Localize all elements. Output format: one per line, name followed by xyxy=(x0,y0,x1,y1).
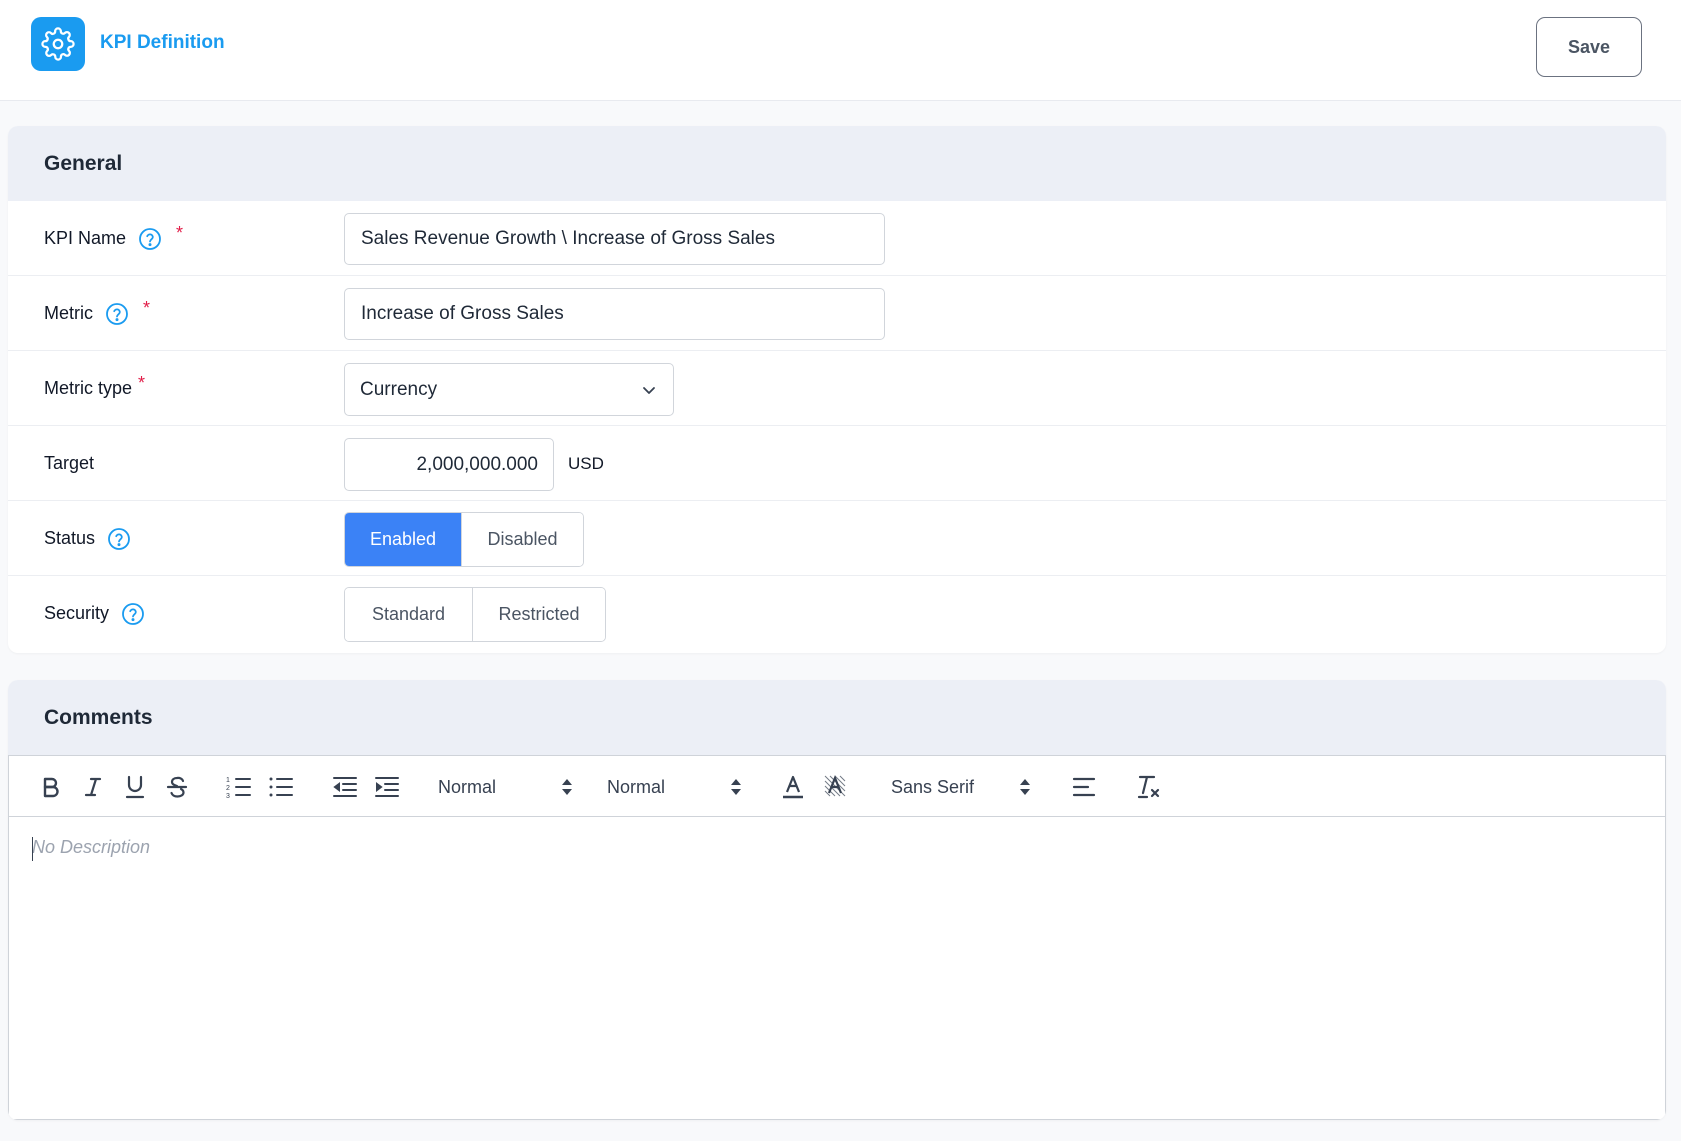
help-icon[interactable] xyxy=(105,302,129,326)
help-icon[interactable] xyxy=(121,602,145,626)
metric-type-label: Metric type xyxy=(44,378,133,398)
strikethrough-icon[interactable] xyxy=(157,756,197,818)
kpi-name-input[interactable] xyxy=(344,213,885,265)
status-enabled-button[interactable]: Enabled xyxy=(345,513,461,566)
outdent-icon[interactable] xyxy=(325,756,365,818)
save-button[interactable]: Save xyxy=(1536,17,1642,77)
header-picker-value: Normal xyxy=(607,776,666,797)
size-picker-value: Normal xyxy=(438,776,497,797)
top-header: KPI Definition Save xyxy=(0,0,1681,101)
page-title: KPI Definition xyxy=(100,32,225,53)
security-restricted-button[interactable]: Restricted xyxy=(472,588,605,641)
kpi-name-label: KPI Name xyxy=(44,228,127,248)
metric-type-row: Metric type * Currency xyxy=(8,351,1666,426)
security-toggle: Standard Restricted xyxy=(344,587,606,642)
status-row: Status Enabled Disabled xyxy=(8,501,1666,576)
target-input[interactable] xyxy=(344,438,554,491)
help-icon[interactable] xyxy=(107,527,131,551)
comments-editor[interactable]: No Description xyxy=(8,817,1666,1120)
svg-text:3: 3 xyxy=(226,793,230,799)
ordered-list-icon[interactable]: 123 xyxy=(219,756,259,818)
general-section: General KPI Name * Metric * Metric type … xyxy=(8,126,1666,653)
size-picker[interactable]: Normal xyxy=(438,756,573,818)
font-picker[interactable]: Sans Serif xyxy=(891,756,1031,818)
kpi-name-row: KPI Name * xyxy=(8,201,1666,276)
help-icon[interactable] xyxy=(138,227,162,251)
svg-text:2: 2 xyxy=(226,785,230,792)
target-unit: USD xyxy=(568,453,604,473)
indent-icon[interactable] xyxy=(367,756,407,818)
required-marker: * xyxy=(143,298,151,318)
metric-row: Metric * xyxy=(8,276,1666,351)
status-toggle: Enabled Disabled xyxy=(344,512,584,567)
font-picker-value: Sans Serif xyxy=(891,776,975,797)
required-marker: * xyxy=(176,223,184,243)
metric-label: Metric xyxy=(44,303,93,323)
comments-section: Comments 123 Normal Normal Sans Serif No… xyxy=(8,680,1666,1120)
italic-icon[interactable] xyxy=(73,756,113,818)
target-label: Target xyxy=(44,453,95,473)
required-marker: * xyxy=(138,373,146,393)
metric-type-value: Currency xyxy=(360,378,438,400)
bullet-list-icon[interactable] xyxy=(261,756,301,818)
editor-placeholder: No Description xyxy=(32,837,151,857)
underline-icon[interactable] xyxy=(115,756,155,818)
up-down-arrows-icon xyxy=(561,778,573,801)
security-label: Security xyxy=(44,603,110,623)
text-caret xyxy=(32,837,33,861)
metric-type-select[interactable]: Currency xyxy=(344,363,674,416)
gear-icon xyxy=(31,17,85,71)
chevron-down-icon xyxy=(641,382,657,404)
status-disabled-button[interactable]: Disabled xyxy=(461,513,583,566)
up-down-arrows-icon xyxy=(1019,778,1031,801)
header-picker[interactable]: Normal xyxy=(607,756,742,818)
target-row: Target USD xyxy=(8,426,1666,501)
up-down-arrows-icon xyxy=(730,778,742,801)
editor-toolbar: 123 Normal Normal Sans Serif xyxy=(8,755,1666,817)
security-row: Security Standard Restricted xyxy=(8,576,1666,651)
clear-format-icon[interactable] xyxy=(1129,756,1169,818)
status-label: Status xyxy=(44,528,96,548)
highlight-color-icon[interactable] xyxy=(815,756,855,818)
svg-text:1: 1 xyxy=(226,777,230,784)
general-section-title: General xyxy=(8,126,1666,201)
security-standard-button[interactable]: Standard xyxy=(345,588,472,641)
bold-icon[interactable] xyxy=(31,756,71,818)
comments-section-title: Comments xyxy=(8,680,1666,755)
text-color-icon[interactable] xyxy=(773,756,813,818)
metric-input[interactable] xyxy=(344,288,885,340)
align-icon[interactable] xyxy=(1064,756,1104,818)
